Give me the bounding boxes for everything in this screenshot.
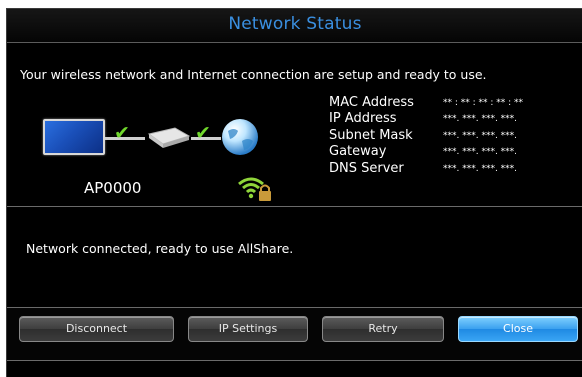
divider <box>7 360 582 361</box>
network-status-dialog: Network Status Your wireless network and… <box>6 8 582 377</box>
ip-address-value: ***. ***. ***. ***. <box>443 114 518 125</box>
tv-icon <box>43 119 105 155</box>
ap-name: AP0000 <box>84 179 142 197</box>
dns-server-value: ***. ***. ***. ***. <box>443 163 518 174</box>
title-bar: Network Status <box>7 9 582 43</box>
button-bar: Disconnect IP Settings Retry Close <box>7 308 582 360</box>
subnet-mask-value: ***. ***. ***. ***. <box>443 130 518 141</box>
mac-address-value: ** : ** : ** : ** : ** <box>443 98 524 108</box>
check-icon: ✔ <box>114 122 130 144</box>
dialog-title: Network Status <box>228 14 362 34</box>
globe-icon <box>222 119 258 155</box>
gateway-value: ***. ***. ***. ***. <box>443 147 518 158</box>
retry-button[interactable]: Retry <box>322 316 444 342</box>
router-icon <box>147 127 191 148</box>
info-label: MAC Address <box>329 95 414 110</box>
info-label: DNS Server <box>329 160 404 176</box>
info-label: Gateway <box>329 144 387 160</box>
disconnect-button[interactable]: Disconnect <box>19 316 174 342</box>
network-info-values: ** : ** : ** : ** : ** ***. ***. ***. **… <box>443 95 523 177</box>
wifi-lock-icon <box>238 177 271 201</box>
network-info-labels: MAC Address IP Address Subnet Mask Gatew… <box>329 95 414 177</box>
connection-status-text: Network connected, ready to use AllShare… <box>26 241 294 256</box>
setup-message: Your wireless network and Internet conne… <box>20 67 487 82</box>
info-label: Subnet Mask <box>329 127 413 143</box>
info-label: IP Address <box>329 111 397 127</box>
divider <box>7 206 582 207</box>
ip-settings-button[interactable]: IP Settings <box>188 316 308 342</box>
close-button[interactable]: Close <box>458 316 578 342</box>
check-icon: ✔ <box>195 122 211 144</box>
